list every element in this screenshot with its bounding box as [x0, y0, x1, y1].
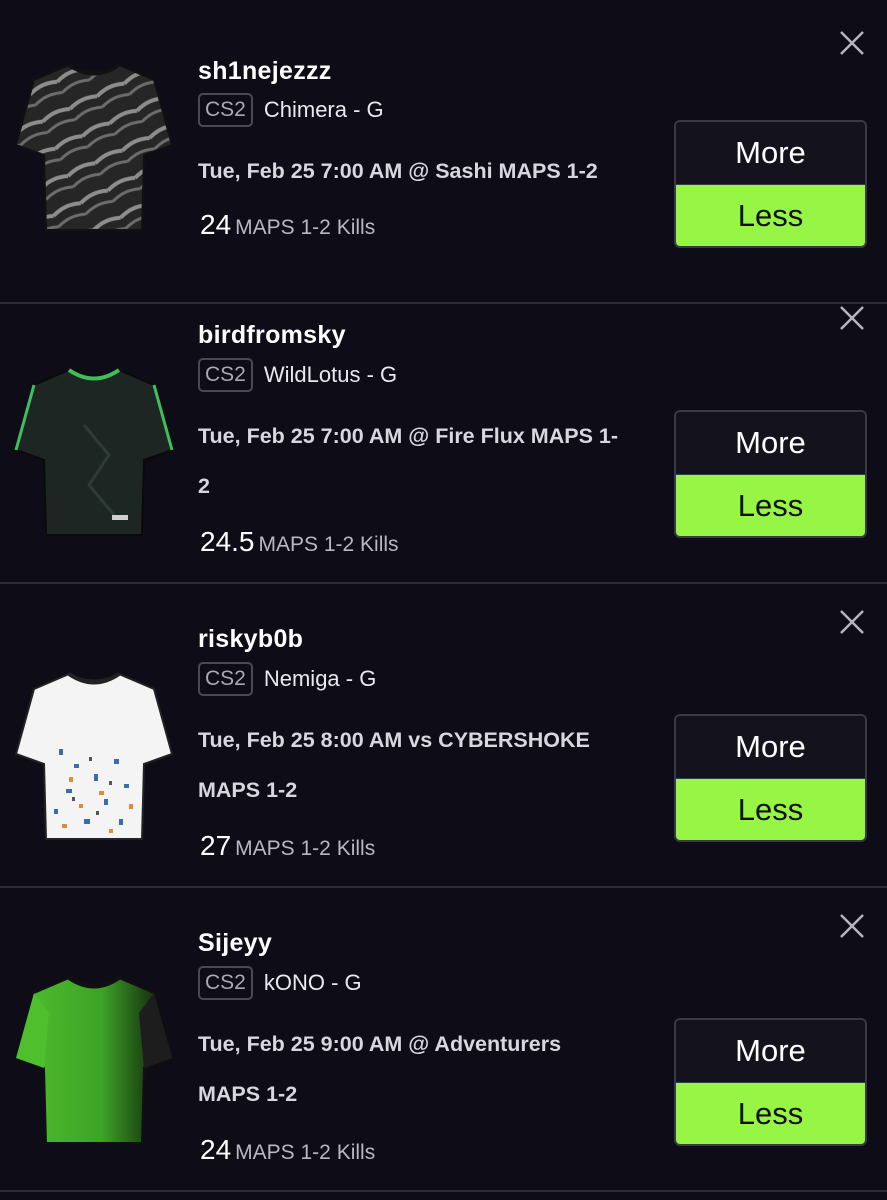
line-value: 24: [200, 1134, 232, 1165]
player-name: riskyb0b: [198, 625, 304, 653]
matchup-line: Tue, Feb 25 7:00 AM @ Sashi MAPS 1-2: [198, 159, 598, 183]
team-row: CS2 kONO - G: [198, 966, 362, 1000]
matchup-line: 2: [198, 474, 210, 498]
line-value: 24.5: [200, 526, 255, 557]
player-card: sh1nejezzz CS2 Chimera - G Tue, Feb 25 7…: [0, 0, 887, 304]
matchup-info: Tue, Feb 25 9:00 AM @ Adventurers MAPS 1…: [198, 1019, 668, 1119]
player-name: Sijeyy: [198, 929, 273, 957]
game-badge: CS2: [198, 93, 253, 127]
jersey-icon: [14, 63, 174, 231]
matchup-line: Tue, Feb 25 9:00 AM @ Adventurers: [198, 1032, 562, 1056]
projection-line: 24 MAPS 1-2 Kills: [200, 1134, 375, 1166]
close-icon[interactable]: [837, 607, 867, 637]
player-name: birdfromsky: [198, 321, 346, 349]
stat-label: MAPS 1-2 Kills: [235, 837, 376, 860]
less-button[interactable]: Less: [676, 185, 865, 246]
stat-label: MAPS 1-2 Kills: [235, 216, 376, 239]
less-button[interactable]: Less: [676, 779, 865, 840]
projection-line: 27 MAPS 1-2 Kills: [200, 830, 375, 862]
matchup-line: Tue, Feb 25 7:00 AM @ Fire Flux MAPS 1-: [198, 424, 618, 448]
team-row: CS2 WildLotus - G: [198, 358, 397, 392]
more-button[interactable]: More: [676, 412, 865, 475]
pick-buttons: More Less: [674, 714, 867, 842]
team-name: WildLotus - G: [263, 362, 398, 387]
game-badge: CS2: [198, 966, 253, 1000]
matchup-info: Tue, Feb 25 7:00 AM @ Sashi MAPS 1-2: [198, 146, 668, 196]
more-button[interactable]: More: [676, 716, 865, 779]
line-value: 24: [200, 209, 232, 240]
more-button[interactable]: More: [676, 1020, 865, 1083]
matchup-line: MAPS 1-2: [198, 778, 298, 802]
matchup-info: Tue, Feb 25 8:00 AM vs CYBERSHOKE MAPS 1…: [198, 715, 668, 815]
line-value: 27: [200, 830, 232, 861]
jersey-icon: [14, 368, 174, 536]
close-icon[interactable]: [837, 303, 867, 333]
more-button[interactable]: More: [676, 122, 865, 185]
pick-buttons: More Less: [674, 410, 867, 538]
player-card: riskyb0b CS2 Nemiga - G Tue, Feb 25 8:00…: [0, 584, 887, 888]
less-button[interactable]: Less: [676, 475, 865, 536]
pick-buttons: More Less: [674, 120, 867, 248]
player-card: Sijeyy CS2 kONO - G Tue, Feb 25 9:00 AM …: [0, 888, 887, 1192]
stat-label: MAPS 1-2 Kills: [235, 1141, 376, 1164]
team-row: CS2 Chimera - G: [198, 93, 384, 127]
pick-buttons: More Less: [674, 1018, 867, 1146]
stat-label: MAPS 1-2 Kills: [258, 533, 399, 556]
close-icon[interactable]: [837, 28, 867, 58]
matchup-line: MAPS 1-2: [198, 1082, 298, 1106]
team-name: Nemiga - G: [263, 666, 377, 691]
less-button[interactable]: Less: [676, 1083, 865, 1144]
team-name: Chimera - G: [263, 97, 384, 122]
team-row: CS2 Nemiga - G: [198, 662, 376, 696]
projection-line: 24.5 MAPS 1-2 Kills: [200, 526, 399, 558]
projection-line: 24 MAPS 1-2 Kills: [200, 209, 375, 241]
player-card: birdfromsky CS2 WildLotus - G Tue, Feb 2…: [0, 280, 887, 584]
team-name: kONO - G: [263, 970, 362, 995]
matchup-info: Tue, Feb 25 7:00 AM @ Fire Flux MAPS 1- …: [198, 411, 668, 511]
jersey-icon: [14, 672, 174, 840]
matchup-line: Tue, Feb 25 8:00 AM vs CYBERSHOKE: [198, 728, 590, 752]
jersey-icon: [14, 976, 174, 1144]
game-badge: CS2: [198, 662, 253, 696]
game-badge: CS2: [198, 358, 253, 392]
player-name: sh1nejezzz: [198, 57, 332, 85]
close-icon[interactable]: [837, 911, 867, 941]
